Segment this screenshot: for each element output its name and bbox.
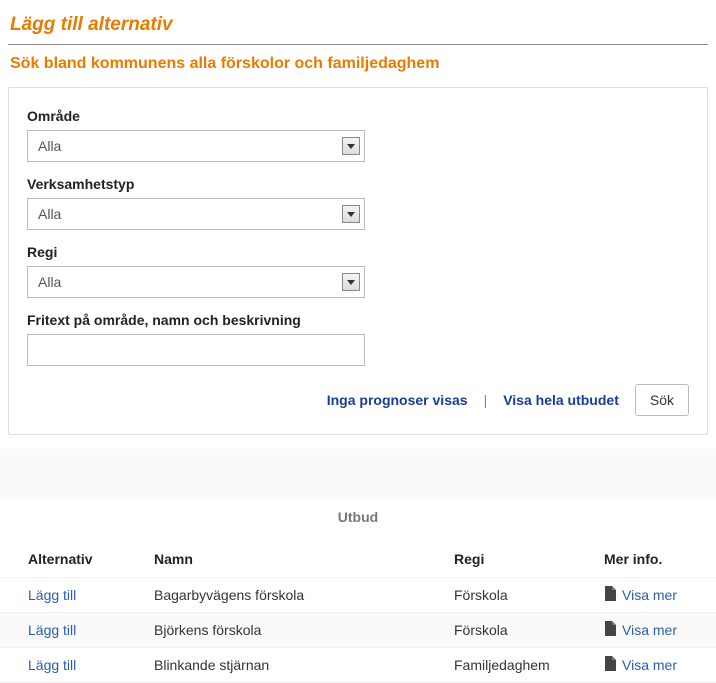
- fritext-label: Fritext på område, namn och beskrivning: [27, 312, 689, 328]
- chevron-down-icon: [342, 273, 360, 291]
- divider: [8, 44, 708, 45]
- verksamhetstyp-select[interactable]: Alla: [27, 198, 365, 230]
- document-icon: [604, 656, 616, 674]
- cell-regi: Förskola: [440, 578, 590, 613]
- page-subtitle: Sök bland kommunens alla förskolor och f…: [0, 55, 716, 87]
- th-regi: Regi: [440, 543, 590, 578]
- verksamhetstyp-label: Verksamhetstyp: [27, 176, 689, 192]
- regi-label: Regi: [27, 244, 689, 260]
- show-more-link[interactable]: Visa mer: [622, 657, 677, 673]
- cell-namn: Blinkande stjärnan: [140, 648, 440, 683]
- fritext-input-wrap: [27, 334, 365, 366]
- search-form: Område Alla Verksamhetstyp Alla Regi All…: [8, 87, 708, 435]
- fritext-input[interactable]: [28, 335, 364, 365]
- regi-select[interactable]: Alla: [27, 266, 365, 298]
- results-section-title: Utbud: [0, 499, 716, 543]
- add-link[interactable]: Lägg till: [28, 587, 76, 603]
- show-more-link[interactable]: Visa mer: [622, 587, 677, 603]
- omrade-value: Alla: [38, 138, 61, 154]
- cell-namn: Bagarbyvägens förskola: [140, 578, 440, 613]
- omrade-select[interactable]: Alla: [27, 130, 365, 162]
- document-icon: [604, 586, 616, 604]
- no-prognosis-link[interactable]: Inga prognoser visas: [327, 392, 468, 408]
- verksamhetstyp-value: Alla: [38, 206, 61, 222]
- chevron-down-icon: [342, 137, 360, 155]
- add-link[interactable]: Lägg till: [28, 622, 76, 638]
- regi-value: Alla: [38, 274, 61, 290]
- chevron-down-icon: [342, 205, 360, 223]
- document-icon: [604, 621, 616, 639]
- action-separator: |: [484, 392, 488, 408]
- page-title: Lägg till alternativ: [0, 0, 716, 44]
- table-row: Lägg till Bagarbyvägens förskolaFörskola V…: [0, 578, 716, 613]
- show-all-link[interactable]: Visa hela utbudet: [503, 392, 619, 408]
- omrade-label: Område: [27, 108, 689, 124]
- background-decoration: [0, 449, 716, 499]
- cell-regi: Familjedaghem: [440, 648, 590, 683]
- cell-regi: Förskola: [440, 613, 590, 648]
- results-table: Alternativ Namn Regi Mer info. Lägg till…: [0, 543, 716, 683]
- cell-namn: Björkens förskola: [140, 613, 440, 648]
- action-row: Inga prognoser visas | Visa hela utbudet…: [27, 384, 689, 416]
- th-mer: Mer info.: [590, 543, 716, 578]
- th-alternativ: Alternativ: [0, 543, 140, 578]
- table-row: Lägg till Blinkande stjärnanFamiljedaghem…: [0, 648, 716, 683]
- table-row: Lägg till Björkens förskolaFörskola Visa m…: [0, 613, 716, 648]
- search-button[interactable]: Sök: [635, 384, 689, 416]
- show-more-link[interactable]: Visa mer: [622, 622, 677, 638]
- th-namn: Namn: [140, 543, 440, 578]
- add-link[interactable]: Lägg till: [28, 657, 76, 673]
